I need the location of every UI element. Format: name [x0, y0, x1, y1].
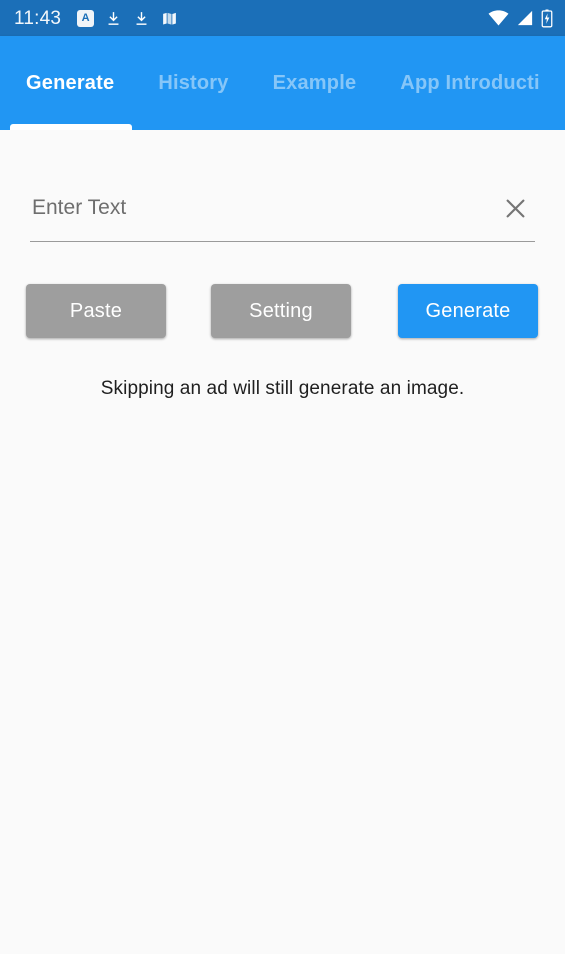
tab-example-label: Example [272, 71, 357, 94]
clear-text-button[interactable] [495, 189, 535, 229]
status-bar-system-icons [488, 8, 553, 28]
cellular-signal-icon [517, 10, 533, 26]
main-content: Paste Setting Generate Skipping an ad wi… [0, 130, 565, 954]
status-bar-notification-icons: A [77, 9, 178, 27]
status-bar: 11:43 A [0, 0, 565, 36]
tab-generate[interactable]: Generate [0, 36, 136, 130]
setting-button[interactable]: Setting [211, 284, 351, 338]
generate-button[interactable]: Generate [398, 284, 538, 338]
paste-button[interactable]: Paste [26, 284, 166, 338]
tab-app-introduction[interactable]: App Introducti [378, 36, 561, 130]
download-icon [108, 11, 119, 25]
wifi-icon [488, 10, 509, 26]
app-root: 11:43 A Generate History Example App Int… [0, 0, 565, 954]
tab-history-label: History [158, 71, 229, 94]
close-icon [506, 199, 524, 218]
tab-example[interactable]: Example [251, 36, 379, 130]
battery-charging-icon [541, 8, 553, 27]
status-bar-clock: 11:43 [14, 7, 62, 29]
tab-app-introduction-label: App Introducti [400, 71, 540, 94]
tab-bar[interactable]: Generate History Example App Introducti [0, 36, 565, 130]
text-input[interactable] [30, 182, 495, 241]
ad-hint-text: Skipping an ad will still generate an im… [100, 378, 465, 399]
tab-history[interactable]: History [136, 36, 250, 130]
map-icon [163, 12, 177, 25]
download-icon-2 [136, 11, 147, 25]
tab-generate-label: Generate [26, 71, 115, 94]
app-letter-badge-icon: A [77, 9, 95, 27]
action-button-row: Paste Setting Generate [26, 284, 539, 338]
text-input-row [30, 182, 535, 242]
